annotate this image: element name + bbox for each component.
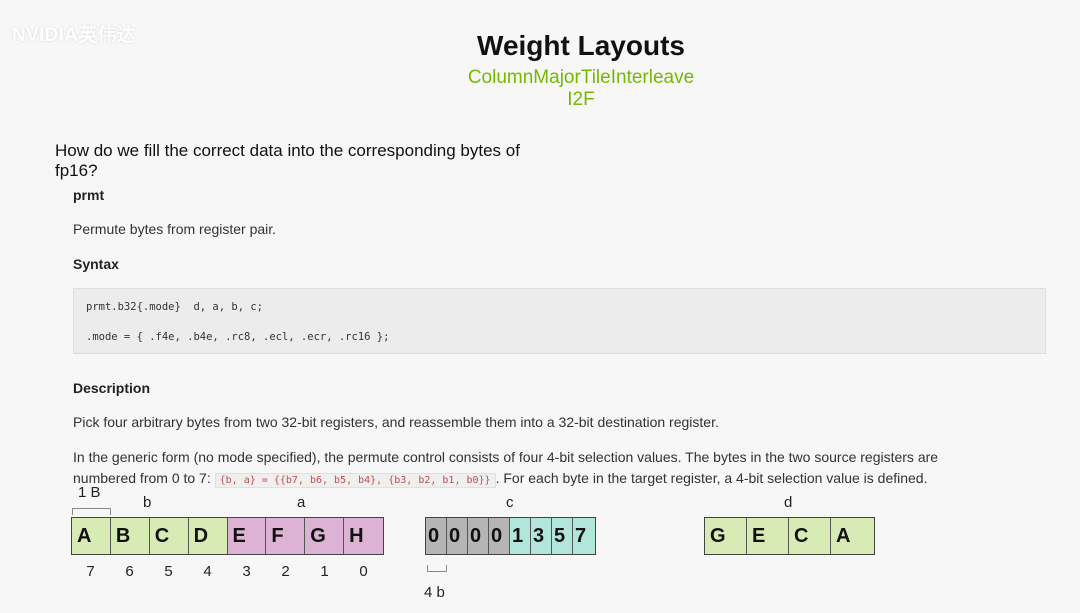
label-register-d: d [784, 494, 793, 511]
byte-cell-b2: F [266, 518, 306, 554]
result-byte-cell: E [747, 518, 789, 554]
byte-index: 7 [86, 563, 95, 580]
label-register-b: b [143, 494, 152, 511]
byte-index: 4 [203, 563, 212, 580]
byte-cell-b0: H [344, 518, 383, 554]
selector-nibble: 0 [426, 518, 447, 554]
brace-four-bits [427, 565, 447, 572]
byte-index: 6 [125, 563, 134, 580]
result-byte-cell: A [831, 518, 874, 554]
selector-nibble: 0 [468, 518, 489, 554]
slide-subtitle-conversion: I2F [567, 89, 595, 110]
inline-code-byte-numbering: {b, a} = {{b7, b6, b5, b4}, {b3, b2, b1,… [214, 473, 496, 488]
selector-nibble: 3 [531, 518, 552, 554]
byte-cell-b6: B [110, 518, 150, 554]
slide-question: How do we fill the correct data into the… [55, 141, 520, 180]
register-ba-bytes: A B C D E F G H [71, 517, 384, 555]
byte-index: 0 [359, 563, 368, 580]
selector-nibble: 5 [552, 518, 573, 554]
byte-cell-b5: C [149, 518, 189, 554]
selector-nibble: 1 [510, 518, 531, 554]
syntax-heading: Syntax [73, 256, 119, 272]
selector-nibble: 7 [573, 518, 595, 554]
description-paragraph-1: Pick four arbitrary bytes from two 32-bi… [73, 414, 719, 430]
code-line-2: .mode = { .f4e, .b4e, .rc8, .ecl, .ecr, … [86, 331, 390, 343]
result-byte-cell: G [705, 518, 747, 554]
register-c-selector: 0 0 0 0 1 3 5 7 [425, 517, 596, 555]
selector-nibble: 0 [447, 518, 468, 554]
label-register-c: c [506, 494, 514, 511]
byte-cell-b7: A [72, 518, 111, 554]
label-register-a: a [297, 494, 306, 511]
byte-index: 5 [164, 563, 173, 580]
byte-index: 3 [242, 563, 251, 580]
register-d-result: G E C A [704, 517, 875, 555]
slide-title: Weight Layouts [477, 30, 685, 61]
description-paragraph-2: In the generic form (no mode specified),… [73, 449, 939, 465]
syntax-code-block: prmt.b32{.mode} d, a, b, c; .mode = { .f… [73, 288, 1046, 354]
byte-index: 1 [320, 563, 329, 580]
slide-subtitle-layout: ColumnMajorTileInterleave [467, 67, 695, 88]
description-paragraph-3: numbered from 0 to 7: {b, a} = {{b7, b6,… [73, 470, 928, 488]
byte-cell-b1: G [305, 518, 345, 554]
label-one-byte: 1 B [78, 484, 101, 501]
instruction-name: prmt [73, 187, 105, 203]
description-text-post: . For each byte in the target register, … [495, 470, 928, 486]
byte-cell-b4: D [188, 518, 228, 554]
brace-one-byte [72, 508, 111, 515]
label-four-bits: 4 b [424, 584, 445, 601]
code-line-1: prmt.b32{.mode} d, a, b, c; [86, 301, 264, 313]
description-heading: Description [73, 380, 151, 396]
selector-nibble: 0 [489, 518, 510, 554]
result-byte-cell: C [789, 518, 831, 554]
instruction-summary: Permute bytes from register pair. [73, 221, 277, 237]
byte-cell-b3: E [227, 518, 267, 554]
byte-index: 2 [281, 563, 290, 580]
